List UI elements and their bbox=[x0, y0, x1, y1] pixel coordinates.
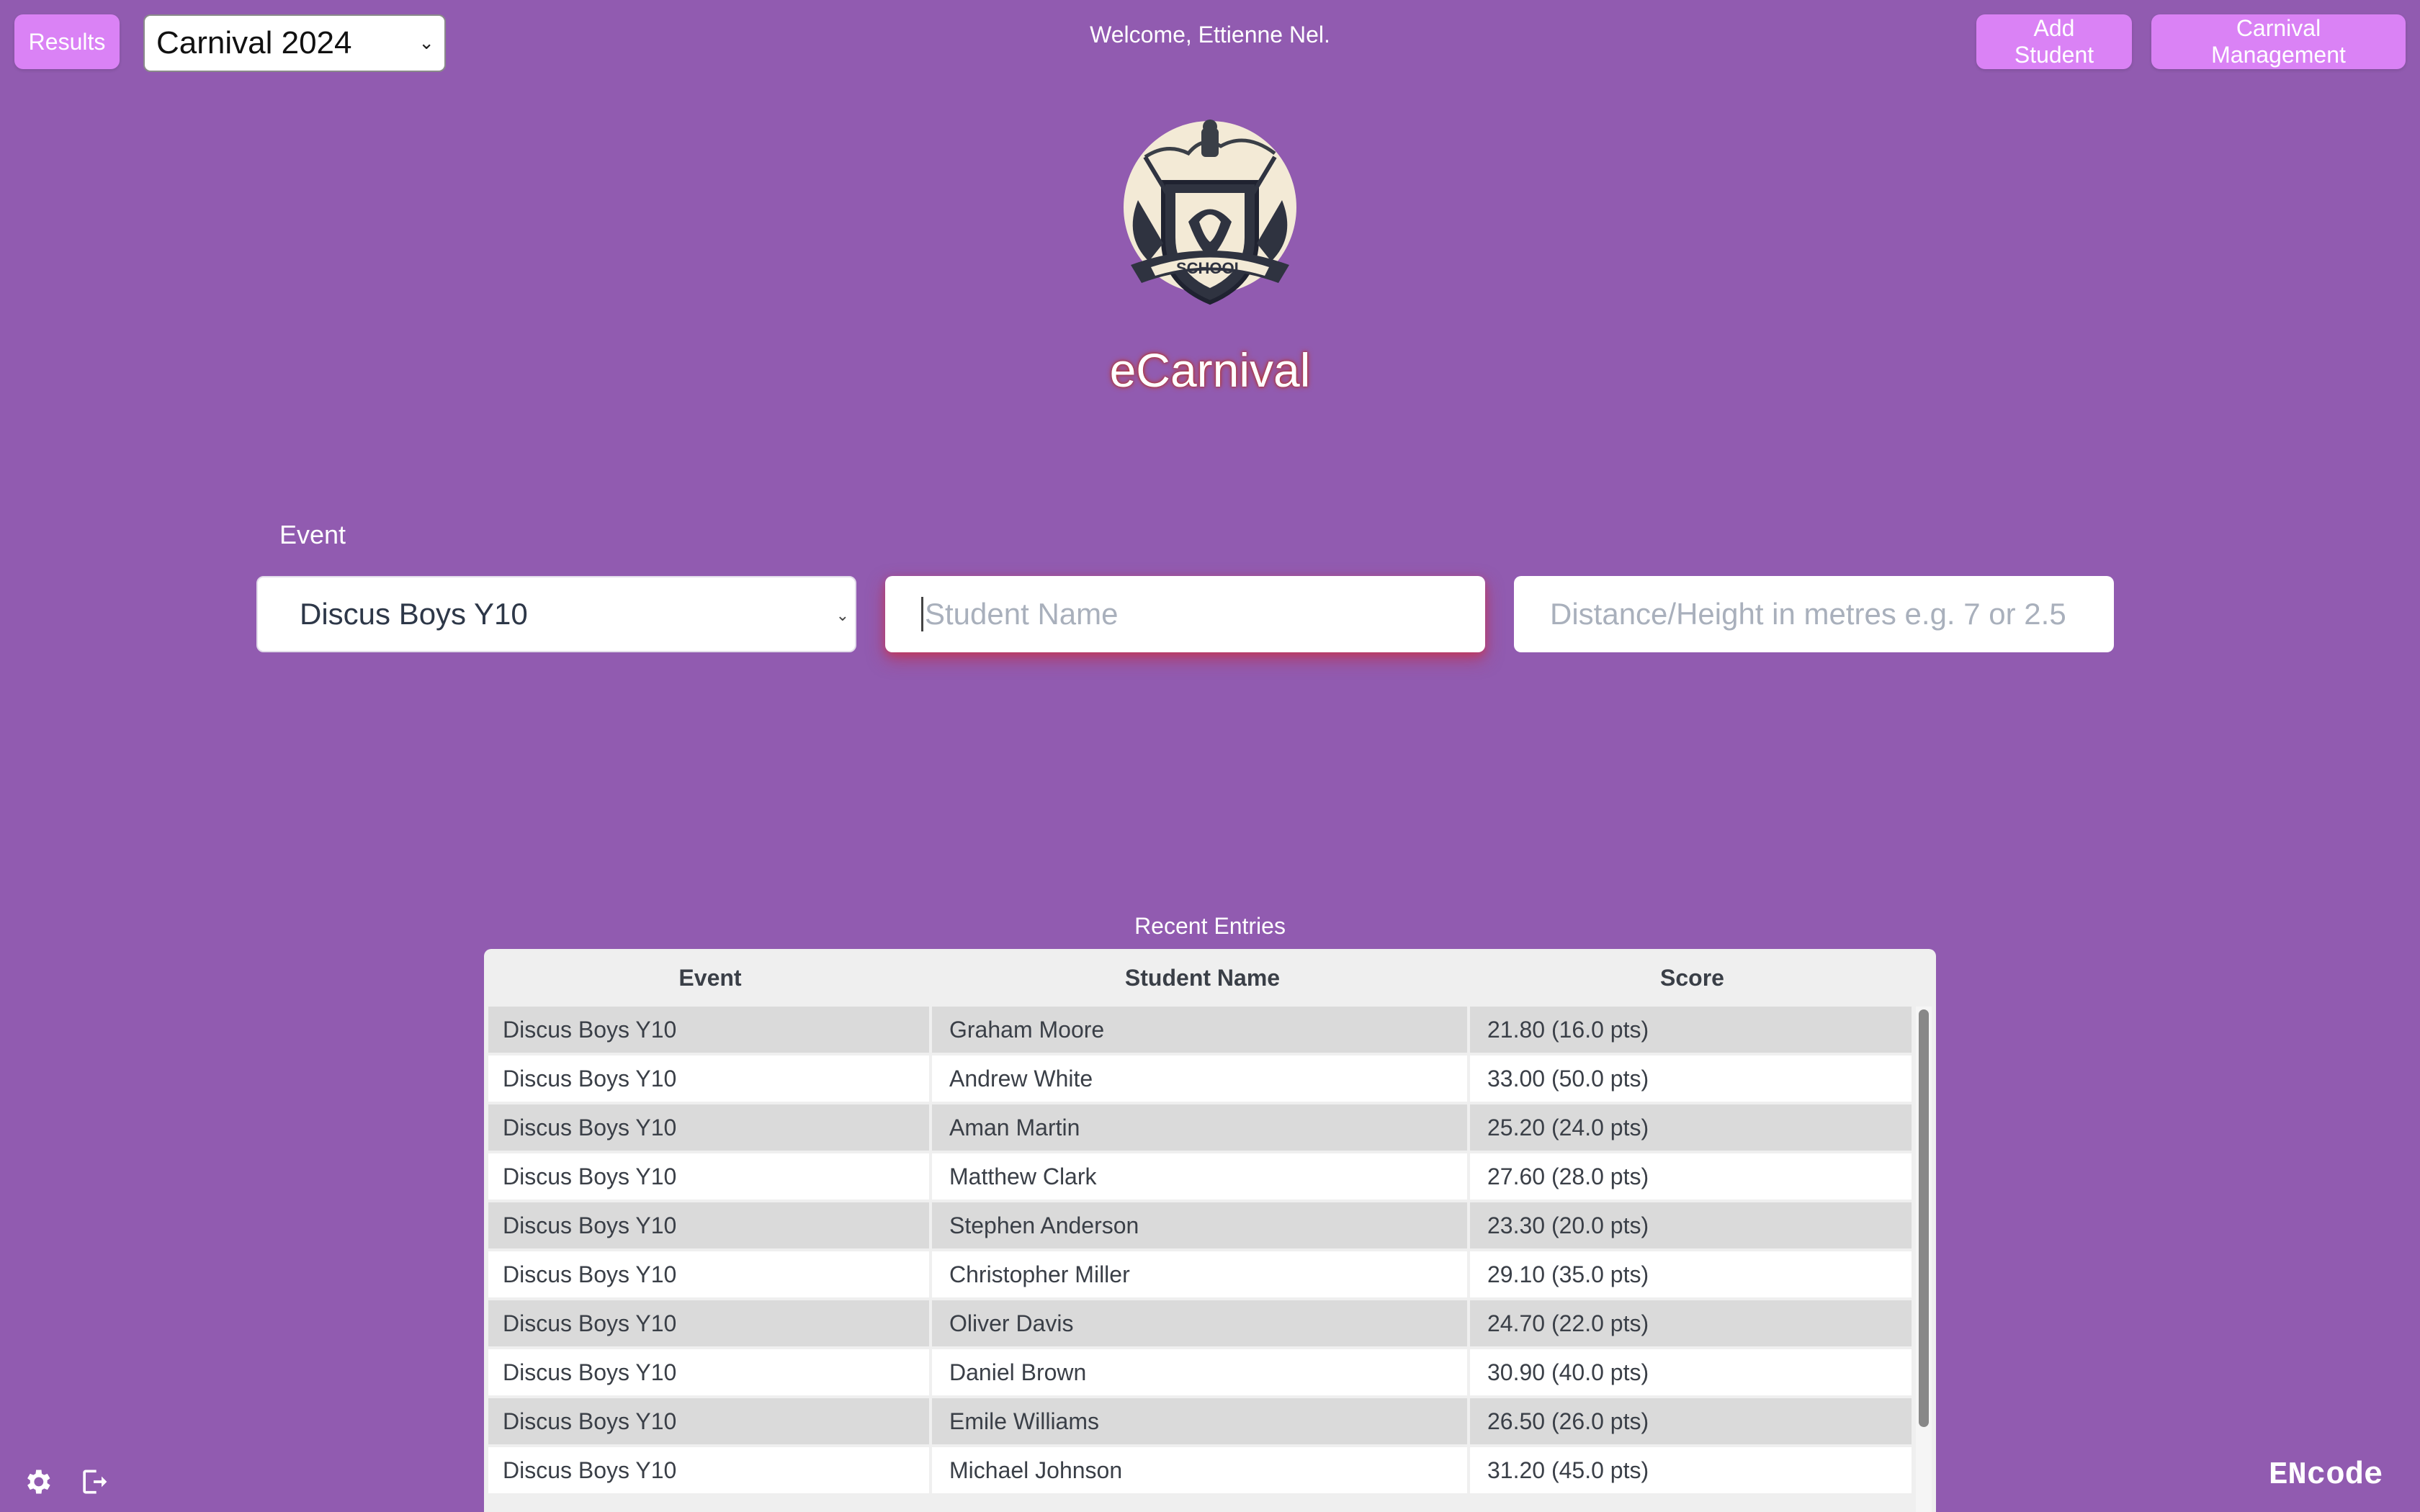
cell-student-name: Aman Martin bbox=[935, 1104, 1470, 1151]
cell-event: Discus Boys Y10 bbox=[488, 1202, 932, 1248]
add-student-button[interactable]: Add Student bbox=[1976, 14, 2132, 69]
distance-height-placeholder: Distance/Height in metres e.g. 7 or 2.5 bbox=[1550, 597, 2066, 631]
table-row[interactable]: Discus Boys Y10 Graham Moore 21.80 (16.0 p… bbox=[488, 1007, 1912, 1053]
table-row[interactable]: Discus Boys Y10 Daniel Brown 30.90 (40.0 p… bbox=[488, 1349, 1912, 1395]
cell-event: Discus Boys Y10 bbox=[488, 1447, 932, 1493]
cell-event: Discus Boys Y10 bbox=[488, 1349, 932, 1395]
cell-event: Discus Boys Y10 bbox=[488, 1007, 932, 1053]
cell-score: 26.50 (26.0 pts) bbox=[1487, 1408, 1649, 1434]
cell-score: 23.30 (20.0 pts) bbox=[1487, 1212, 1649, 1238]
table-row[interactable]: Discus Boys Y10 Andrew White 33.00 (50.0 p… bbox=[488, 1056, 1912, 1102]
event-select-value: Discus Boys Y10 bbox=[300, 597, 528, 631]
student-name-input[interactable]: Student Name bbox=[885, 576, 1485, 652]
cell-score: 24.70 (22.0 pts) bbox=[1487, 1310, 1649, 1336]
cell-score: 31.20 (45.0 pts) bbox=[1487, 1457, 1649, 1483]
column-header-event[interactable]: Event bbox=[488, 949, 932, 1007]
cell-student-name: Emile Williams bbox=[935, 1398, 1470, 1444]
event-label: Event bbox=[279, 520, 346, 549]
student-name-placeholder: Student Name bbox=[925, 597, 1119, 631]
school-crest-logo: SCHOOL bbox=[1124, 120, 1296, 305]
cell-student-name: Matthew Clark bbox=[935, 1153, 1470, 1200]
cell-event: Discus Boys Y10 bbox=[488, 1104, 932, 1151]
cell-event: Discus Boys Y10 bbox=[488, 1398, 932, 1444]
logout-icon[interactable] bbox=[78, 1466, 109, 1498]
svg-text:SCHOOL: SCHOOL bbox=[1176, 259, 1244, 277]
cell-score: 30.90 (40.0 pts) bbox=[1487, 1359, 1649, 1385]
cell-student-name: Oliver Davis bbox=[935, 1300, 1470, 1346]
gear-icon[interactable] bbox=[22, 1466, 53, 1498]
column-header-score[interactable]: Score bbox=[1473, 949, 1912, 1007]
table-row[interactable]: Discus Boys Y10 Oliver Davis 24.70 (22.0 p… bbox=[488, 1300, 1912, 1346]
cell-score: 25.20 (24.0 pts) bbox=[1487, 1114, 1649, 1140]
brand-logo: ENcode bbox=[2269, 1457, 2383, 1493]
cell-event: Discus Boys Y10 bbox=[488, 1153, 932, 1200]
cell-score: 21.80 (16.0 pts) bbox=[1487, 1016, 1649, 1043]
app-title: eCarnival bbox=[1109, 343, 1311, 397]
table-row[interactable]: Discus Boys Y10 Michael Johnson 31.20 (45.… bbox=[488, 1447, 1912, 1493]
distance-height-input[interactable]: Distance/Height in metres e.g. 7 or 2.5 bbox=[1514, 576, 2114, 652]
cell-student-name: Stephen Anderson bbox=[935, 1202, 1470, 1248]
cell-student-name: Michael Johnson bbox=[935, 1447, 1470, 1493]
cell-event: Discus Boys Y10 bbox=[488, 1056, 932, 1102]
cell-score: 27.60 (28.0 pts) bbox=[1487, 1163, 1649, 1189]
cell-student-name: Graham Moore bbox=[935, 1007, 1470, 1053]
cell-score: 33.00 (50.0 pts) bbox=[1487, 1065, 1649, 1092]
table-row[interactable]: Discus Boys Y10 Christopher Miller 29.10 (… bbox=[488, 1251, 1912, 1297]
cell-event: Discus Boys Y10 bbox=[488, 1300, 932, 1346]
carnival-management-button[interactable]: Carnival Management bbox=[2151, 14, 2406, 69]
table-scrollbar-thumb[interactable] bbox=[1919, 1009, 1929, 1427]
text-caret bbox=[921, 597, 923, 631]
chevron-down-icon: ⌄ bbox=[835, 606, 849, 624]
cell-student-name: Christopher Miller bbox=[935, 1251, 1470, 1297]
table-row[interactable]: Discus Boys Y10 Aman Martin 25.20 (24.0 pt… bbox=[488, 1104, 1912, 1151]
event-select[interactable]: Discus Boys Y10 ⌄ bbox=[256, 576, 856, 652]
table-row[interactable]: Discus Boys Y10 Stephen Anderson 23.30 (20… bbox=[488, 1202, 1912, 1248]
table-row[interactable]: Discus Boys Y10 Emile Williams 26.50 (26.0… bbox=[488, 1398, 1912, 1444]
table-row[interactable]: Discus Boys Y10 Matthew Clark 27.60 (28.0 … bbox=[488, 1153, 1912, 1200]
cell-student-name: Andrew White bbox=[935, 1056, 1470, 1102]
cell-score: 29.10 (35.0 pts) bbox=[1487, 1261, 1649, 1287]
recent-entries-title: Recent Entries bbox=[1134, 913, 1286, 939]
cell-event: Discus Boys Y10 bbox=[488, 1251, 932, 1297]
column-header-student-name[interactable]: Student Name bbox=[935, 949, 1470, 1007]
cell-student-name: Daniel Brown bbox=[935, 1349, 1470, 1395]
recent-entries-table: Event Student Name Score Discus Boys Y10… bbox=[484, 949, 1936, 1512]
table-header: Event Student Name Score bbox=[484, 949, 1936, 1007]
